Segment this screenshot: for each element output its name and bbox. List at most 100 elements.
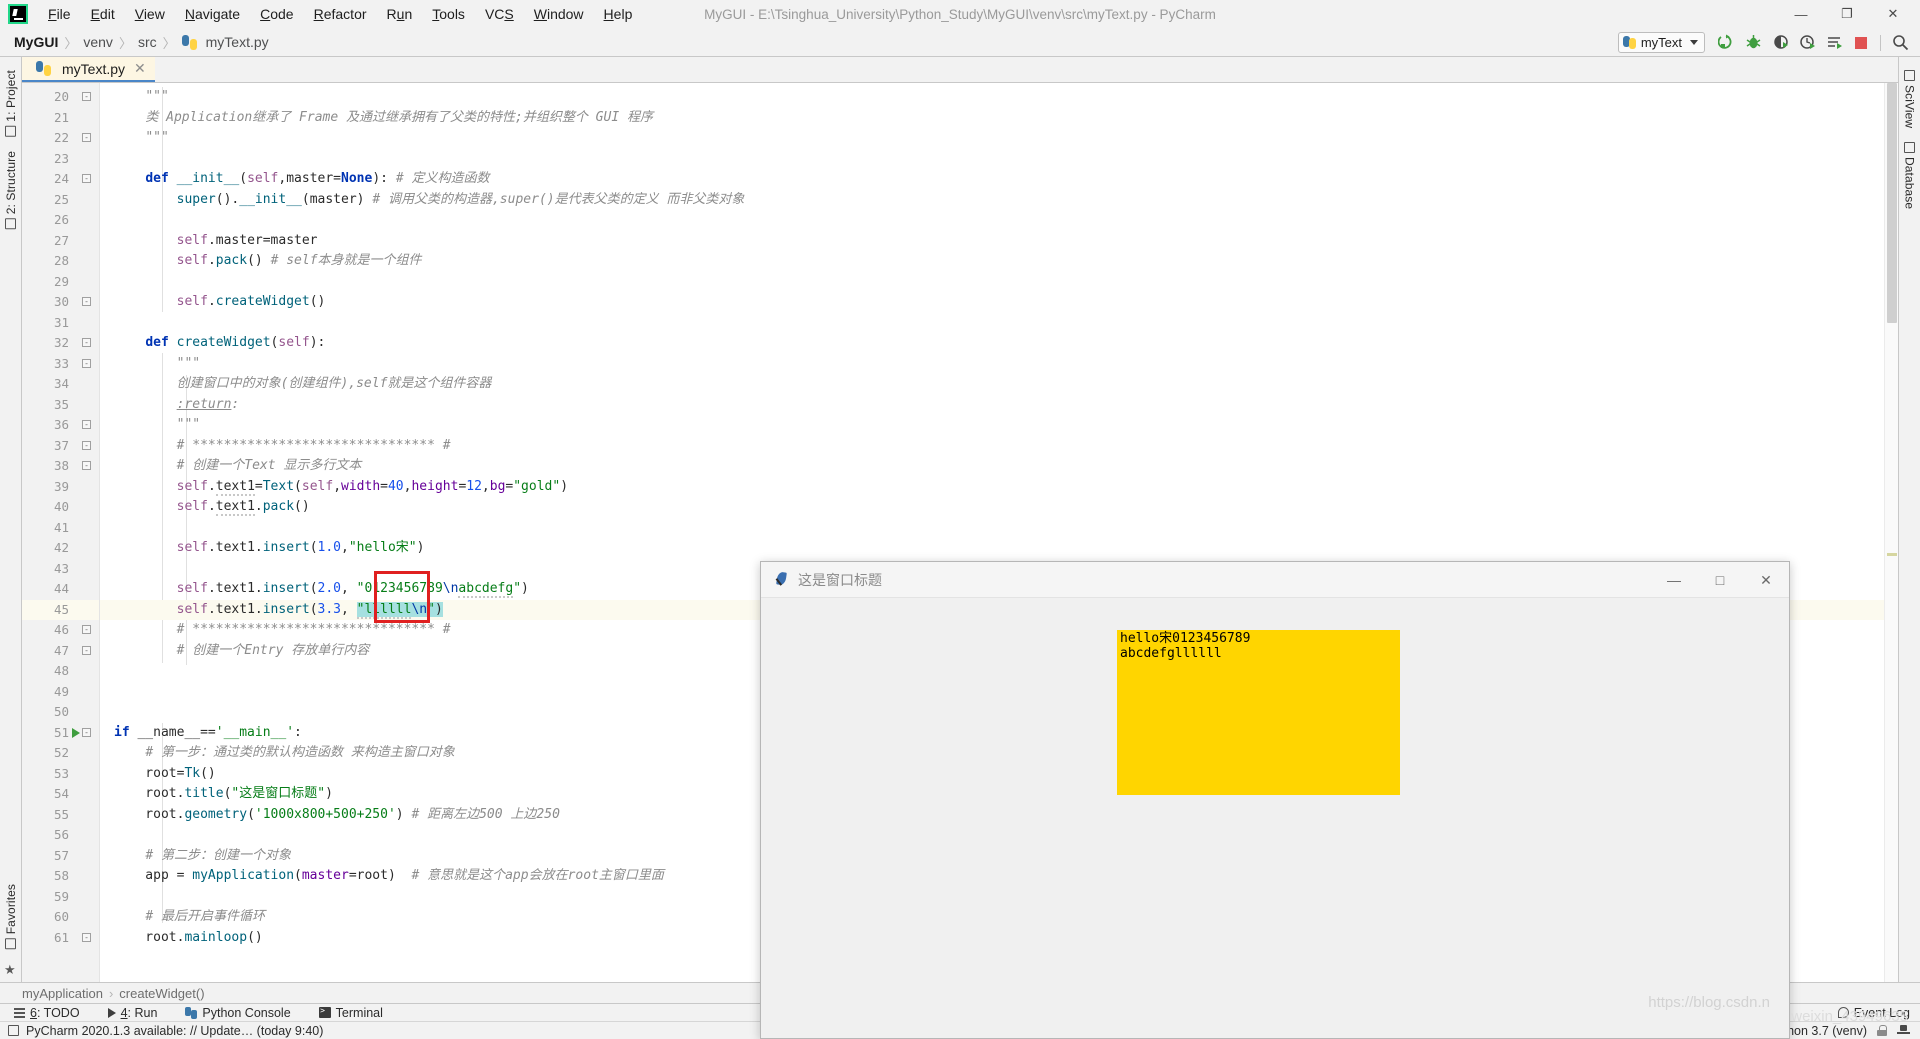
- tool-window-python-console[interactable]: Python Console: [171, 1004, 304, 1022]
- line-number: 34: [22, 374, 99, 395]
- breadcrumb-venv[interactable]: venv: [79, 34, 117, 50]
- tab-close-icon[interactable]: ✕: [134, 60, 146, 77]
- breadcrumb-file[interactable]: myText.py: [202, 34, 273, 50]
- tkinter-window-controls: — □ ✕: [1651, 562, 1789, 598]
- code-line[interactable]: """: [100, 354, 1884, 375]
- code-line[interactable]: [100, 149, 1884, 170]
- menu-item-window[interactable]: Window: [524, 2, 594, 26]
- status-message[interactable]: PyCharm 2020.1.3 available: // Update… (…: [26, 1024, 323, 1038]
- tkinter-minimize-button[interactable]: —: [1651, 562, 1697, 598]
- code-line[interactable]: self.text1=Text(self,width=40,height=12,…: [100, 477, 1884, 498]
- notification-icon[interactable]: [8, 1025, 19, 1036]
- code-line[interactable]: # ******************************* #: [100, 436, 1884, 457]
- code-line[interactable]: [100, 518, 1884, 539]
- sidebar-item-favorites[interactable]: Favorites: [1, 877, 21, 956]
- footer-class-name[interactable]: myApplication: [22, 986, 103, 1001]
- editor-tab-mytext[interactable]: myText.py ✕: [22, 57, 155, 82]
- tool-window-todo[interactable]: 6: TODO: [0, 1004, 94, 1022]
- run-gutter-icon[interactable]: [72, 728, 80, 738]
- code-line[interactable]: super().__init__(master) # 调用父类的构造器,supe…: [100, 190, 1884, 211]
- menu-item-vcs[interactable]: VCS: [475, 2, 524, 26]
- fold-toggle-icon[interactable]: -: [82, 338, 91, 347]
- menu-item-run[interactable]: Run: [377, 2, 423, 26]
- footer-method-name[interactable]: createWidget(): [119, 986, 204, 1001]
- footer-separator: ›: [103, 986, 119, 1001]
- run-coverage-button[interactable]: [1768, 31, 1792, 55]
- code-line[interactable]: [100, 210, 1884, 231]
- fold-toggle-icon[interactable]: -: [82, 441, 91, 450]
- code-line[interactable]: :return:: [100, 395, 1884, 416]
- run-configuration-selector[interactable]: myText: [1618, 32, 1705, 53]
- toolbar-actions: myText: [1618, 28, 1912, 57]
- sidebar-item-sciview[interactable]: SciView: [1900, 63, 1920, 135]
- line-number: 27: [22, 231, 99, 252]
- tkinter-maximize-button[interactable]: □: [1697, 562, 1743, 598]
- menu-item-navigate[interactable]: Navigate: [175, 2, 250, 26]
- scrollbar-thumb[interactable]: [1887, 83, 1897, 323]
- fold-toggle-icon[interactable]: -: [82, 933, 91, 942]
- code-line[interactable]: [100, 272, 1884, 293]
- minimize-button[interactable]: —: [1778, 0, 1824, 28]
- sidebar-item-structure[interactable]: 2: Structure: [1, 144, 21, 236]
- tkinter-window-body: hello宋0123456789 abcdefgllllll: [761, 598, 1789, 1038]
- maximize-button[interactable]: ❐: [1824, 0, 1870, 28]
- code-line[interactable]: def __init__(self,master=None): # 定义构造函数: [100, 169, 1884, 190]
- tkinter-close-button[interactable]: ✕: [1743, 562, 1789, 598]
- run-with-console-button[interactable]: [1822, 31, 1846, 55]
- menu-item-edit[interactable]: Edit: [81, 2, 125, 26]
- pycharm-logo-icon: [8, 4, 28, 24]
- code-line[interactable]: 创建窗口中的对象(创建组件),self就是这个组件容器: [100, 374, 1884, 395]
- search-everywhere-button[interactable]: [1888, 31, 1912, 55]
- code-line[interactable]: 类 Application继承了 Frame 及通过继承拥有了父类的特性;并组织…: [100, 108, 1884, 129]
- terminal-icon: [319, 1007, 331, 1018]
- code-line[interactable]: self.master=master: [100, 231, 1884, 252]
- lock-icon[interactable]: [1877, 1025, 1887, 1036]
- code-line[interactable]: def createWidget(self):: [100, 333, 1884, 354]
- tool-window-terminal[interactable]: Terminal: [305, 1004, 397, 1022]
- fold-toggle-icon[interactable]: -: [82, 92, 91, 101]
- sidebar-item-project[interactable]: 1: Project: [1, 63, 21, 144]
- fold-toggle-icon[interactable]: -: [82, 420, 91, 429]
- code-line[interactable]: self.createWidget(): [100, 292, 1884, 313]
- code-line[interactable]: # 创建一个Text 显示多行文本: [100, 456, 1884, 477]
- code-line[interactable]: """: [100, 128, 1884, 149]
- fold-toggle-icon[interactable]: -: [82, 625, 91, 634]
- code-line[interactable]: self.text1.insert(1.0,"hello宋"): [100, 538, 1884, 559]
- code-line[interactable]: """: [100, 87, 1884, 108]
- menu-item-view[interactable]: View: [125, 2, 175, 26]
- editor-scrollbar[interactable]: [1884, 83, 1898, 982]
- profile-button[interactable]: [1795, 31, 1819, 55]
- menu-item-help[interactable]: Help: [594, 2, 643, 26]
- code-line[interactable]: self.text1.pack(): [100, 497, 1884, 518]
- fold-toggle-icon[interactable]: -: [82, 174, 91, 183]
- tkinter-title-bar[interactable]: 这是窗口标题 — □ ✕: [761, 562, 1789, 598]
- menu-item-tools[interactable]: Tools: [422, 2, 475, 26]
- close-button[interactable]: ✕: [1870, 0, 1916, 28]
- debug-button[interactable]: [1741, 31, 1765, 55]
- breadcrumb-src[interactable]: src: [134, 34, 161, 50]
- breadcrumb-project[interactable]: MyGUI: [10, 34, 62, 50]
- menu-item-code[interactable]: Code: [250, 2, 303, 26]
- play-icon: [108, 1008, 116, 1018]
- menu-item-file[interactable]: File: [38, 2, 81, 26]
- fold-toggle-icon[interactable]: -: [82, 461, 91, 470]
- code-line[interactable]: """: [100, 415, 1884, 436]
- fold-toggle-icon[interactable]: -: [82, 646, 91, 655]
- menu-item-refactor[interactable]: Refactor: [304, 2, 377, 26]
- run-button[interactable]: [1714, 31, 1738, 55]
- fold-toggle-icon[interactable]: -: [82, 133, 91, 142]
- tkinter-window[interactable]: 这是窗口标题 — □ ✕ hello宋0123456789 abcdefglll…: [760, 561, 1790, 1039]
- tool-window-run[interactable]: 4: Run: [94, 1004, 172, 1022]
- favorites-star-icon[interactable]: ★: [4, 962, 16, 978]
- fold-toggle-icon[interactable]: -: [82, 728, 91, 737]
- event-log-area[interactable]: Event Log: [1838, 1006, 1920, 1020]
- fold-toggle-icon[interactable]: -: [82, 297, 91, 306]
- stop-button[interactable]: [1849, 31, 1873, 55]
- sidebar-item-database[interactable]: Database: [1900, 135, 1920, 216]
- code-line[interactable]: self.pack() # self本身就是一个组件: [100, 251, 1884, 272]
- code-line[interactable]: [100, 313, 1884, 334]
- hector-icon[interactable]: [1897, 1025, 1910, 1036]
- fold-toggle-icon[interactable]: -: [82, 359, 91, 368]
- tkinter-text-widget[interactable]: hello宋0123456789 abcdefgllllll: [1117, 630, 1400, 795]
- line-number-gutter[interactable]: 20-2122-2324-252627282930-3132-33-343536…: [22, 83, 100, 982]
